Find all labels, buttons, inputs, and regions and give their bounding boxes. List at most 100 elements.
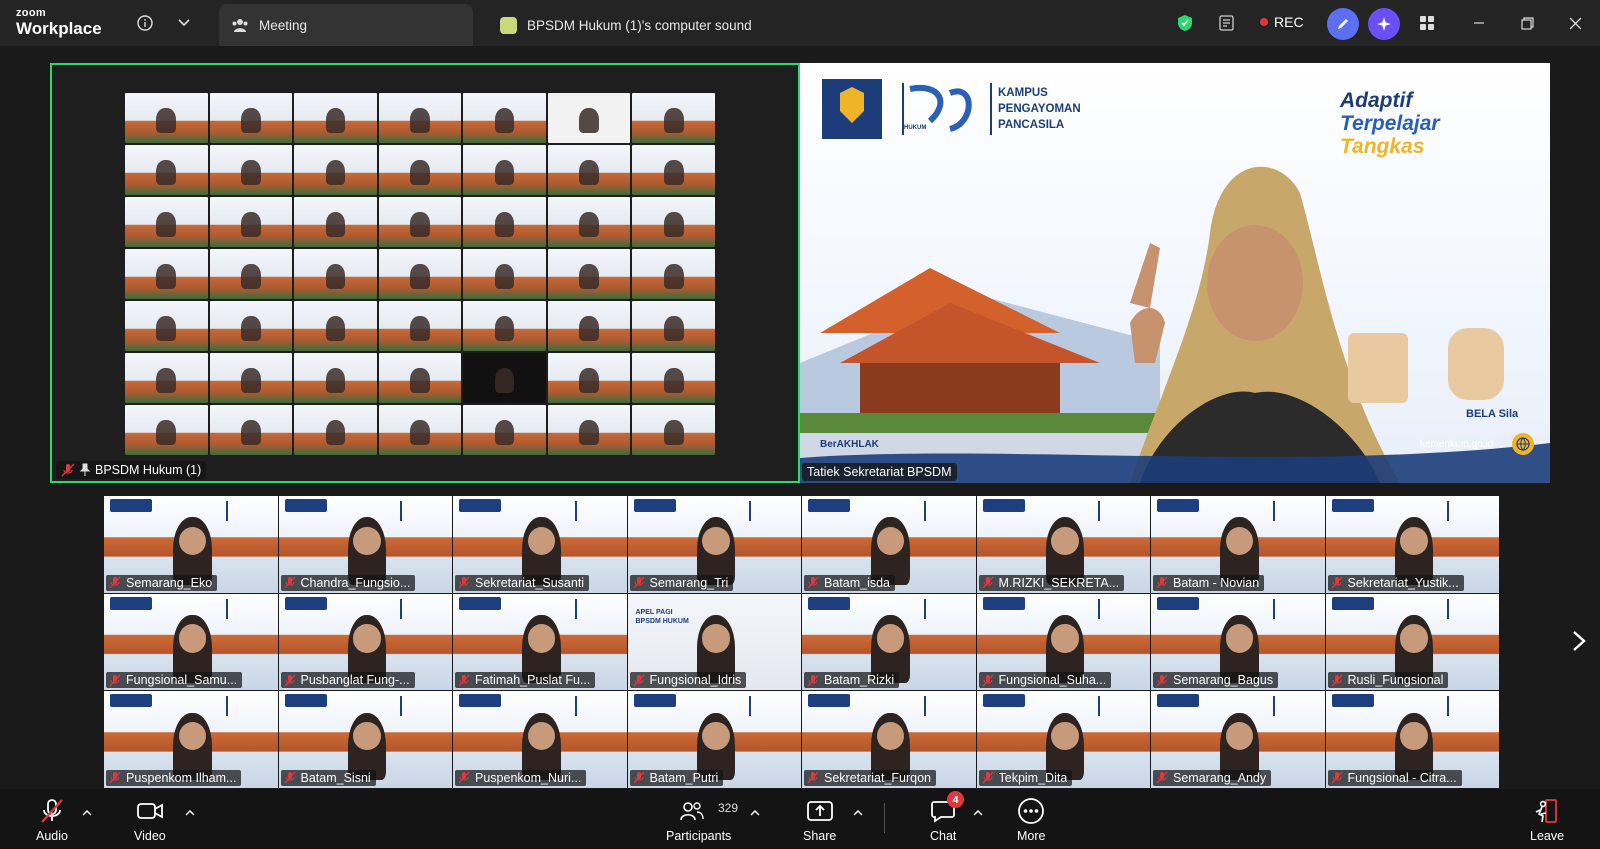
next-page-chevron-icon[interactable]: [1572, 630, 1586, 657]
tile-tagline-mark: [400, 501, 444, 521]
participant-name-label: Batam_isda: [804, 574, 896, 591]
video-caret-icon[interactable]: [185, 804, 195, 822]
participants-caret-icon[interactable]: [750, 804, 760, 822]
ai-companion-button[interactable]: [1368, 8, 1400, 40]
leave-label: Leave: [1530, 829, 1565, 843]
meeting-toolbar: Audio Video Participants 329 Share Chat …: [0, 789, 1600, 849]
shared-thumbnail: [463, 93, 546, 143]
participant-tile[interactable]: Batam - Novian: [1151, 496, 1325, 593]
close-icon[interactable]: [1564, 12, 1586, 34]
tile-tagline-mark: [923, 501, 968, 521]
minimize-icon[interactable]: [1468, 12, 1490, 34]
participant-tile[interactable]: Chandra_Fungsio...: [278, 496, 452, 593]
tile-tagline-mark: [1272, 501, 1317, 521]
shared-thumbnail: [125, 249, 208, 299]
shared-thumbnail: [547, 353, 631, 403]
participant-name: Fungsional_Idris: [649, 673, 742, 688]
recording-indicator[interactable]: REC: [1260, 14, 1304, 30]
participant-tile[interactable]: Fungsional_Suha...: [976, 593, 1150, 691]
shared-thumbnail: [632, 249, 715, 299]
participant-name: Batam_Putri: [649, 770, 719, 785]
zoom-logo: zoom Workplace: [16, 8, 102, 38]
chevron-down-icon[interactable]: [173, 12, 195, 34]
participants-icon: [679, 797, 719, 825]
participant-tile[interactable]: Pusbanglat Fung-...: [278, 593, 452, 691]
tile-tagline-mark: [1447, 598, 1491, 619]
participant-tile[interactable]: M.RIZKI_SEKRETA...: [976, 496, 1150, 593]
participant-name: M.RIZKI_SEKRETA...: [998, 575, 1120, 590]
participant-tile[interactable]: Sekretariat_Susanti: [453, 496, 627, 593]
participant-name-label: Sekretariat_Susanti: [455, 574, 590, 591]
participant-name: Puspenkom_Nuri...: [475, 770, 582, 785]
tile-tagline-mark: [923, 696, 968, 717]
shared-thumbnail: [378, 301, 462, 351]
tile-logo: [1157, 596, 1199, 610]
participant-name-label: Puspenkom Ilham...: [106, 769, 242, 786]
shared-thumbnail: [294, 405, 377, 455]
participant-tile[interactable]: APEL PAGI BPSDM HUKUM Fungsional_Idris: [627, 593, 801, 691]
participant-name: Chandra_Fungsio...: [300, 575, 411, 590]
tab-computer-sound[interactable]: BPSDM Hukum (1)'s computer sound: [486, 4, 786, 46]
muted-mic-icon: [458, 772, 470, 784]
org-line1: KAMPUS: [998, 87, 1048, 99]
audio-button[interactable]: Audio: [36, 797, 68, 843]
tab-meeting[interactable]: Meeting: [219, 4, 473, 46]
tile-tagline-mark: [1447, 501, 1491, 521]
leave-button[interactable]: Leave: [1530, 797, 1564, 843]
participant-name-label: Rusli_Fungsional: [1327, 672, 1449, 689]
share-caret-icon[interactable]: [853, 804, 863, 822]
participant-tile[interactable]: Fungsional_Samu...: [104, 593, 278, 691]
apel-pagi-text: APEL PAGI BPSDM HUKUM: [636, 608, 689, 626]
restore-icon[interactable]: [1516, 12, 1538, 34]
video-button[interactable]: Video: [134, 797, 166, 843]
tile-logo: [284, 596, 327, 610]
participant-tile[interactable]: Batam_Rizki: [802, 593, 976, 691]
share-button[interactable]: Share: [803, 797, 836, 843]
tile-logo: [1331, 694, 1374, 708]
tile-tagline-mark: [225, 598, 270, 619]
participant-name: Rusli_Fungsional: [1347, 673, 1444, 688]
muted-mic-icon: [284, 674, 295, 687]
tile-tagline-mark: [1098, 501, 1142, 521]
participant-tile[interactable]: Tekpim_Dita: [976, 691, 1150, 788]
shared-thumbnail: [125, 301, 208, 351]
tile-tagline-mark: [574, 598, 619, 619]
apps-grid-icon[interactable]: [1416, 12, 1438, 34]
participant-tile[interactable]: Semarang_Tri: [627, 496, 801, 593]
participant-tile[interactable]: Semarang_Eko: [104, 496, 278, 593]
muted-mic-icon: [1156, 772, 1168, 784]
participant-tile[interactable]: Batam_Sisni: [278, 691, 452, 788]
shared-thumbnail: [463, 405, 546, 455]
muted-mic-icon: [633, 576, 644, 589]
tile-logo: [1157, 499, 1199, 512]
info-icon[interactable]: [134, 12, 156, 34]
whiteboard-pen-button[interactable]: [1327, 8, 1359, 40]
notes-icon[interactable]: [1216, 12, 1238, 34]
audio-caret-icon[interactable]: [82, 804, 92, 822]
video-tile-active-speaker[interactable]: KAMPUS PENGAYOMAN PANCASILA HUKUM Adapti…: [800, 63, 1550, 483]
participant-tile[interactable]: Semarang_Andy: [1151, 691, 1325, 788]
participant-tile[interactable]: Fatimah_Puslat Fu...: [453, 593, 627, 691]
participant-tile[interactable]: Fungsional - Citra...: [1325, 691, 1499, 788]
participant-tile[interactable]: Sekretariat_Yustik...: [1325, 496, 1499, 593]
participant-tile[interactable]: Puspenkom_Nuri...: [453, 691, 627, 788]
participant-name-label: Fungsional - Citra...: [1327, 769, 1462, 786]
participant-tile[interactable]: Puspenkom Ilham...: [104, 691, 278, 788]
security-shield-icon[interactable]: [1174, 12, 1196, 34]
participant-tile[interactable]: Batam_Putri: [627, 691, 801, 788]
footer-url: kemenkum.go.id: [1420, 439, 1494, 450]
video-tile-main-left[interactable]: BPSDM Hukum (1): [50, 63, 800, 483]
participant-name: Batam_Rizki: [824, 673, 895, 688]
tile-logo: [808, 499, 850, 512]
participant-tile[interactable]: Semarang_Bagus: [1151, 593, 1325, 691]
more-button[interactable]: More: [1017, 797, 1045, 843]
chat-caret-icon[interactable]: [973, 804, 983, 822]
participant-tile[interactable]: Rusli_Fungsional: [1325, 593, 1499, 691]
tile-logo: [982, 499, 1025, 512]
participant-tile[interactable]: Sekretariat_Furqon: [802, 691, 976, 788]
shared-thumbnail: [463, 145, 546, 195]
shared-thumbnail: [209, 197, 293, 247]
participant-tile[interactable]: Batam_isda: [802, 496, 976, 593]
footer-berakhlak: BerAKHLAK: [820, 439, 879, 450]
tile-tagline-mark: [225, 501, 270, 521]
